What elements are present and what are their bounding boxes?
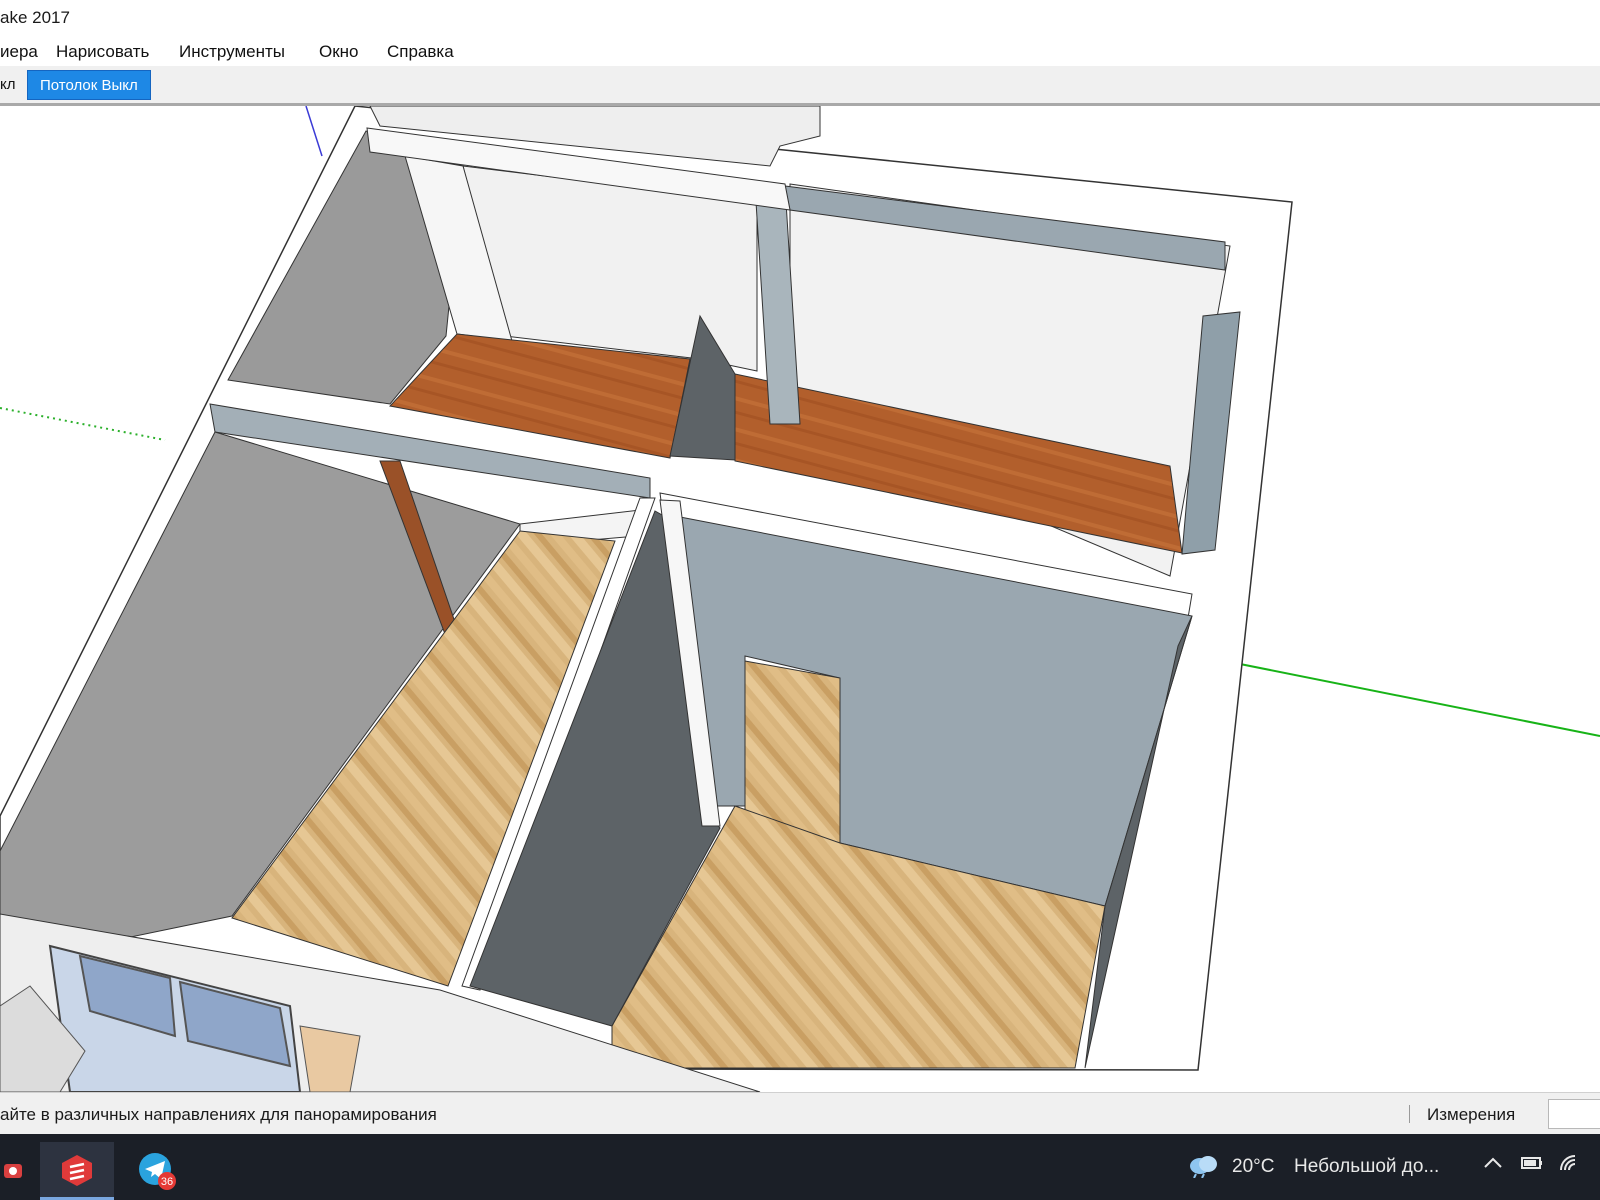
axis-green-dotted [0,407,166,441]
menu-draw[interactable]: Нарисовать [56,42,149,62]
door-opening [299,1025,361,1092]
camera-app-icon[interactable] [0,1142,30,1200]
status-separator [1409,1105,1410,1123]
menu-window[interactable]: Окно [319,42,359,62]
menu-camera[interactable]: иера [0,42,38,62]
weather-cloud-icon [1186,1152,1220,1184]
menu-bar: иера Нарисовать Инструменты Окно Справка [0,36,1600,66]
status-hint: айте в различных направлениях для панора… [0,1105,437,1124]
sketchup-icon[interactable] [40,1142,114,1200]
menu-tools[interactable]: Инструменты [179,42,285,62]
weather-temp[interactable]: 20°C [1232,1156,1274,1178]
axis-blue [305,106,323,157]
menu-help[interactable]: Справка [387,42,454,62]
ceiling-off-button[interactable]: Потолок Выкл [27,70,151,100]
weather-text[interactable]: Небольшой до... [1294,1156,1439,1178]
wifi-icon[interactable] [1558,1152,1584,1180]
telegram-icon[interactable]: 36 [120,1142,194,1200]
floor-toggle-button[interactable]: кл [0,70,15,100]
status-bar: айте в различных направлениях для панора… [0,1092,1600,1134]
telegram-badge: 36 [161,1176,173,1188]
taskbar: 36 20°C Небольшой до... [0,1134,1600,1200]
title-bar: ake 2017 [0,0,1600,36]
model-viewport[interactable] [0,106,1600,1092]
window-title: ake 2017 [0,8,70,27]
axis-green [1199,655,1600,737]
model-canvas[interactable] [0,106,1600,1092]
battery-icon[interactable] [1520,1152,1544,1180]
toolbar: кл Потолок Выкл [0,66,1600,106]
measurements-label: Измерения [1427,1105,1516,1124]
measurements-input[interactable] [1548,1099,1600,1129]
chevron-up-icon[interactable] [1482,1152,1504,1180]
